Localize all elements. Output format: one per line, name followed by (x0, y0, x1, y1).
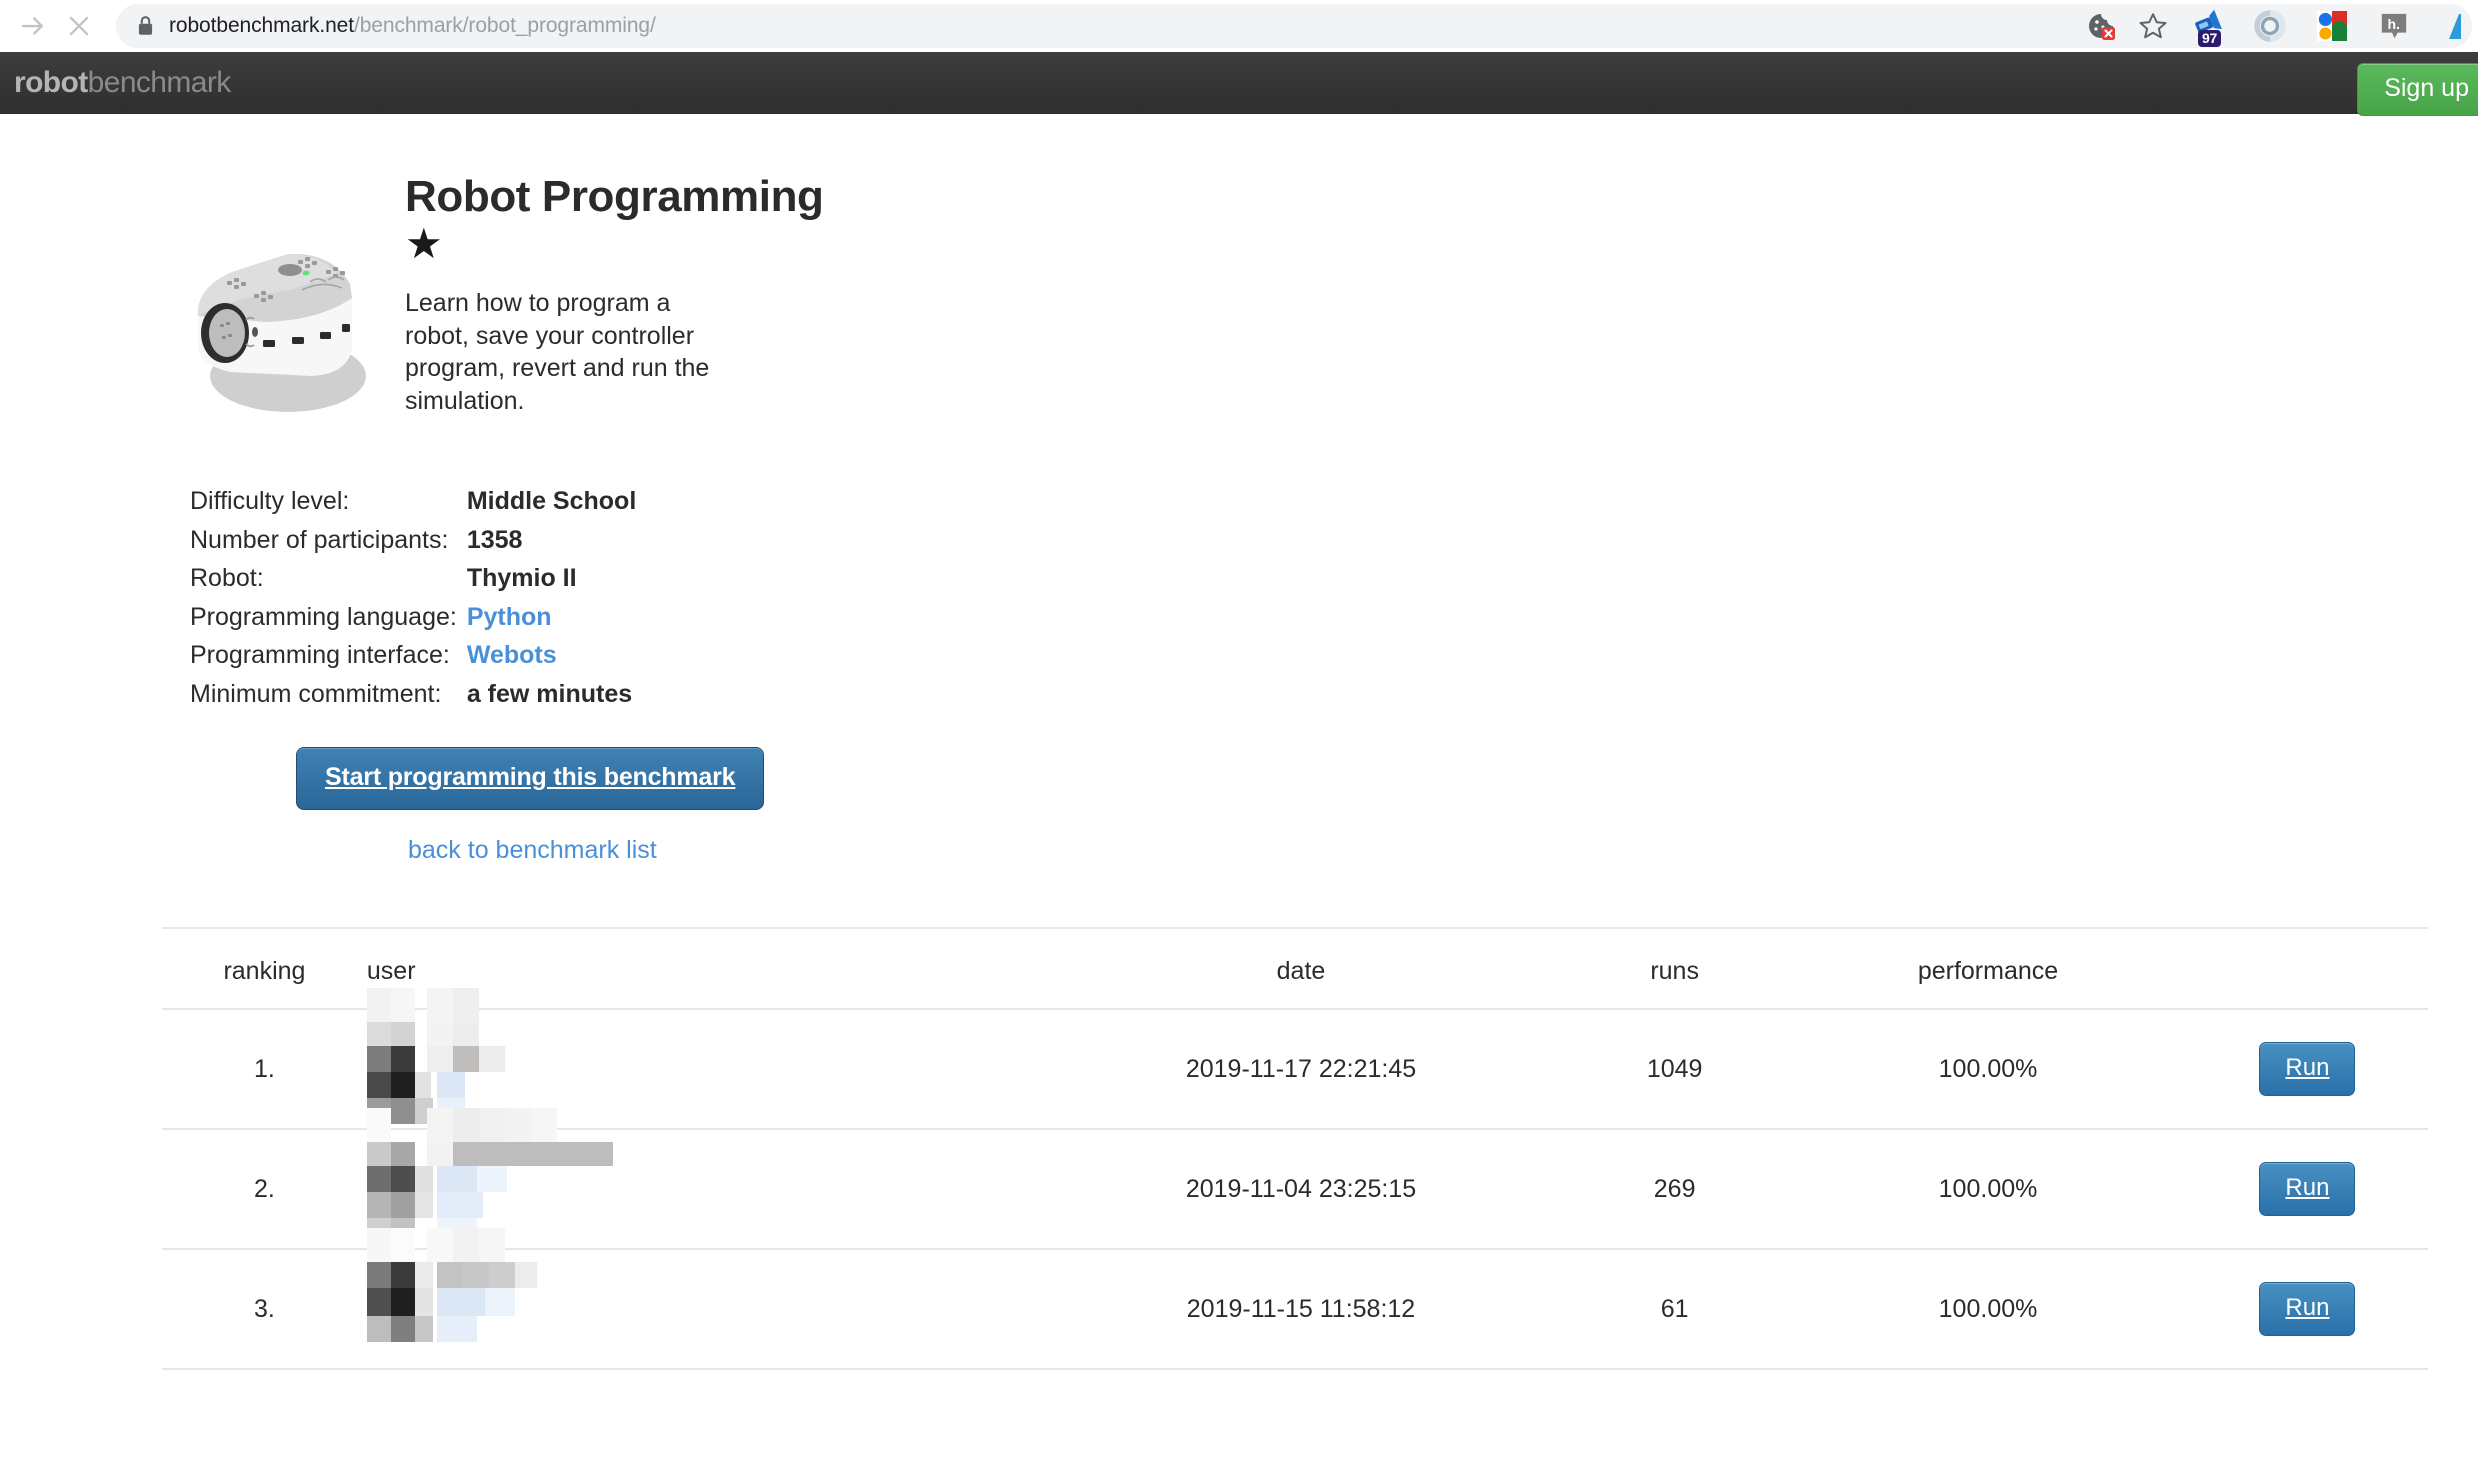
info-row-difficulty: Difficulty level: Middle School (190, 482, 636, 521)
browser-toolbar: robotbenchmark.net/benchmark/robot_progr… (0, 0, 2478, 52)
back-to-benchmark-list-link[interactable]: back to benchmark list (408, 836, 2478, 865)
difficulty-star-rating: ★ (405, 220, 443, 268)
hypothesis-icon[interactable]: h. (2376, 8, 2412, 44)
signup-button[interactable]: Sign up (2357, 63, 2478, 116)
info-label-commitment: Minimum commitment: (190, 679, 442, 708)
info-row-robot: Robot: Thymio II (190, 559, 636, 598)
cell-action: Run (2186, 1129, 2428, 1250)
extension-badge-count: 97 (2198, 30, 2221, 47)
info-label-language: Programming language: (190, 602, 457, 631)
run-button[interactable]: Run (2259, 1282, 2356, 1336)
run-button[interactable]: Run (2259, 1042, 2356, 1096)
info-label-interface: Programming interface: (190, 641, 450, 669)
thymio-ii-robot-image (197, 253, 366, 412)
column-header-action (2186, 929, 2428, 1010)
info-label-difficulty: Difficulty level: (190, 487, 350, 515)
benchmark-heading-block: Robot Programming ★ Learn how to program… (405, 172, 824, 417)
site-logo[interactable]: robotbenchmark (14, 66, 231, 100)
url-text: robotbenchmark.net/benchmark/robot_progr… (169, 14, 656, 38)
cell-date: 2019-11-15 11:58:12 (1041, 1249, 1561, 1370)
partial-blue-icon[interactable] (2438, 8, 2474, 44)
google-icon[interactable] (2314, 8, 2350, 44)
info-row-language: Programming language: Python (190, 598, 636, 637)
cell-performance: 100.00% (1789, 1009, 2187, 1130)
cell-user[interactable] (366, 1228, 1042, 1370)
info-row-commitment: Minimum commitment: a few minutes (190, 675, 636, 714)
cell-action: Run (2186, 1249, 2428, 1370)
cell-date: 2019-11-04 23:25:15 (1041, 1129, 1561, 1250)
info-row-interface: Programming interface: Webots (190, 636, 636, 675)
info-value-interface: Webots (467, 636, 636, 675)
ranking-table-body: 1. 2019-11-17 22:21:45 1049 100.00% Run … (162, 988, 2428, 1370)
site-header: robotbenchmark Sign up (0, 52, 2478, 116)
cell-runs: 1049 (1560, 1009, 1790, 1130)
cell-date: 2019-11-17 22:21:45 (1041, 1009, 1561, 1130)
cookie-blocked-icon[interactable] (2083, 8, 2119, 44)
logo-light: benchmark (87, 66, 232, 99)
benchmark-description: Learn how to program a robot, save your … (405, 289, 710, 415)
cell-ranking: 3. (162, 1249, 367, 1370)
cta-block: Start programming this benchmark back to… (296, 747, 2478, 865)
info-value-language: Python (467, 598, 636, 637)
cell-performance: 100.00% (1789, 1249, 2187, 1370)
interface-link[interactable]: Webots (467, 641, 557, 669)
start-programming-button[interactable]: Start programming this benchmark (296, 747, 765, 810)
benchmark-info-table: Difficulty level: Middle School Number o… (190, 482, 636, 713)
forward-arrow-icon[interactable] (10, 3, 56, 49)
redacted-user-identity (366, 1228, 667, 1364)
bookmark-star-icon[interactable] (2135, 8, 2171, 44)
omnibox-actions (2083, 0, 2181, 52)
ranking-table: ranking user date runs performance 1. 20… (162, 929, 2428, 1370)
redacted-user-identity (366, 1108, 667, 1244)
cell-action: Run (2186, 1009, 2428, 1130)
column-header-performance: performance (1789, 929, 2187, 1010)
url-host: robotbenchmark.net (169, 13, 354, 37)
info-row-participants: Number of participants: 1358 (190, 521, 636, 560)
info-label-participants: Number of participants: (190, 525, 449, 554)
benchmark-intro: Robot Programming ★ Learn how to program… (0, 114, 2478, 424)
logo-bold: robot (14, 66, 88, 99)
info-value-difficulty: Middle School (466, 487, 637, 515)
ghostery-icon[interactable] (2252, 8, 2288, 44)
run-button[interactable]: Run (2259, 1162, 2356, 1216)
page-title: Robot Programming (405, 172, 824, 221)
column-header-date: date (1041, 929, 1561, 1010)
cell-performance: 100.00% (1789, 1129, 2187, 1250)
info-value-participants: 1358 (466, 525, 523, 554)
adblock-megaphone-icon[interactable]: 97 (2190, 8, 2226, 47)
column-header-ranking: ranking (162, 929, 367, 1010)
lock-icon (136, 15, 155, 37)
redacted-user-identity (366, 988, 667, 1124)
url-path: /benchmark/robot_programming/ (353, 13, 656, 37)
page-content: Robot Programming ★ Learn how to program… (0, 114, 2478, 1370)
info-value-robot: Thymio II (466, 564, 577, 592)
extension-icons: 97 h. (2190, 0, 2478, 52)
table-row: 3. 2019-11-15 11:58:12 61 100.00% Run (162, 1228, 2428, 1370)
cell-runs: 61 (1560, 1249, 1790, 1370)
svg-text:h.: h. (2387, 16, 2399, 32)
cell-ranking: 2. (162, 1129, 367, 1250)
stop-x-icon[interactable] (56, 3, 102, 49)
info-label-robot: Robot: (190, 564, 264, 592)
cell-ranking: 1. (162, 1009, 367, 1130)
language-link[interactable]: Python (467, 603, 552, 631)
info-value-commitment: a few minutes (466, 679, 633, 708)
column-header-runs: runs (1560, 929, 1790, 1010)
cell-runs: 269 (1560, 1129, 1790, 1250)
